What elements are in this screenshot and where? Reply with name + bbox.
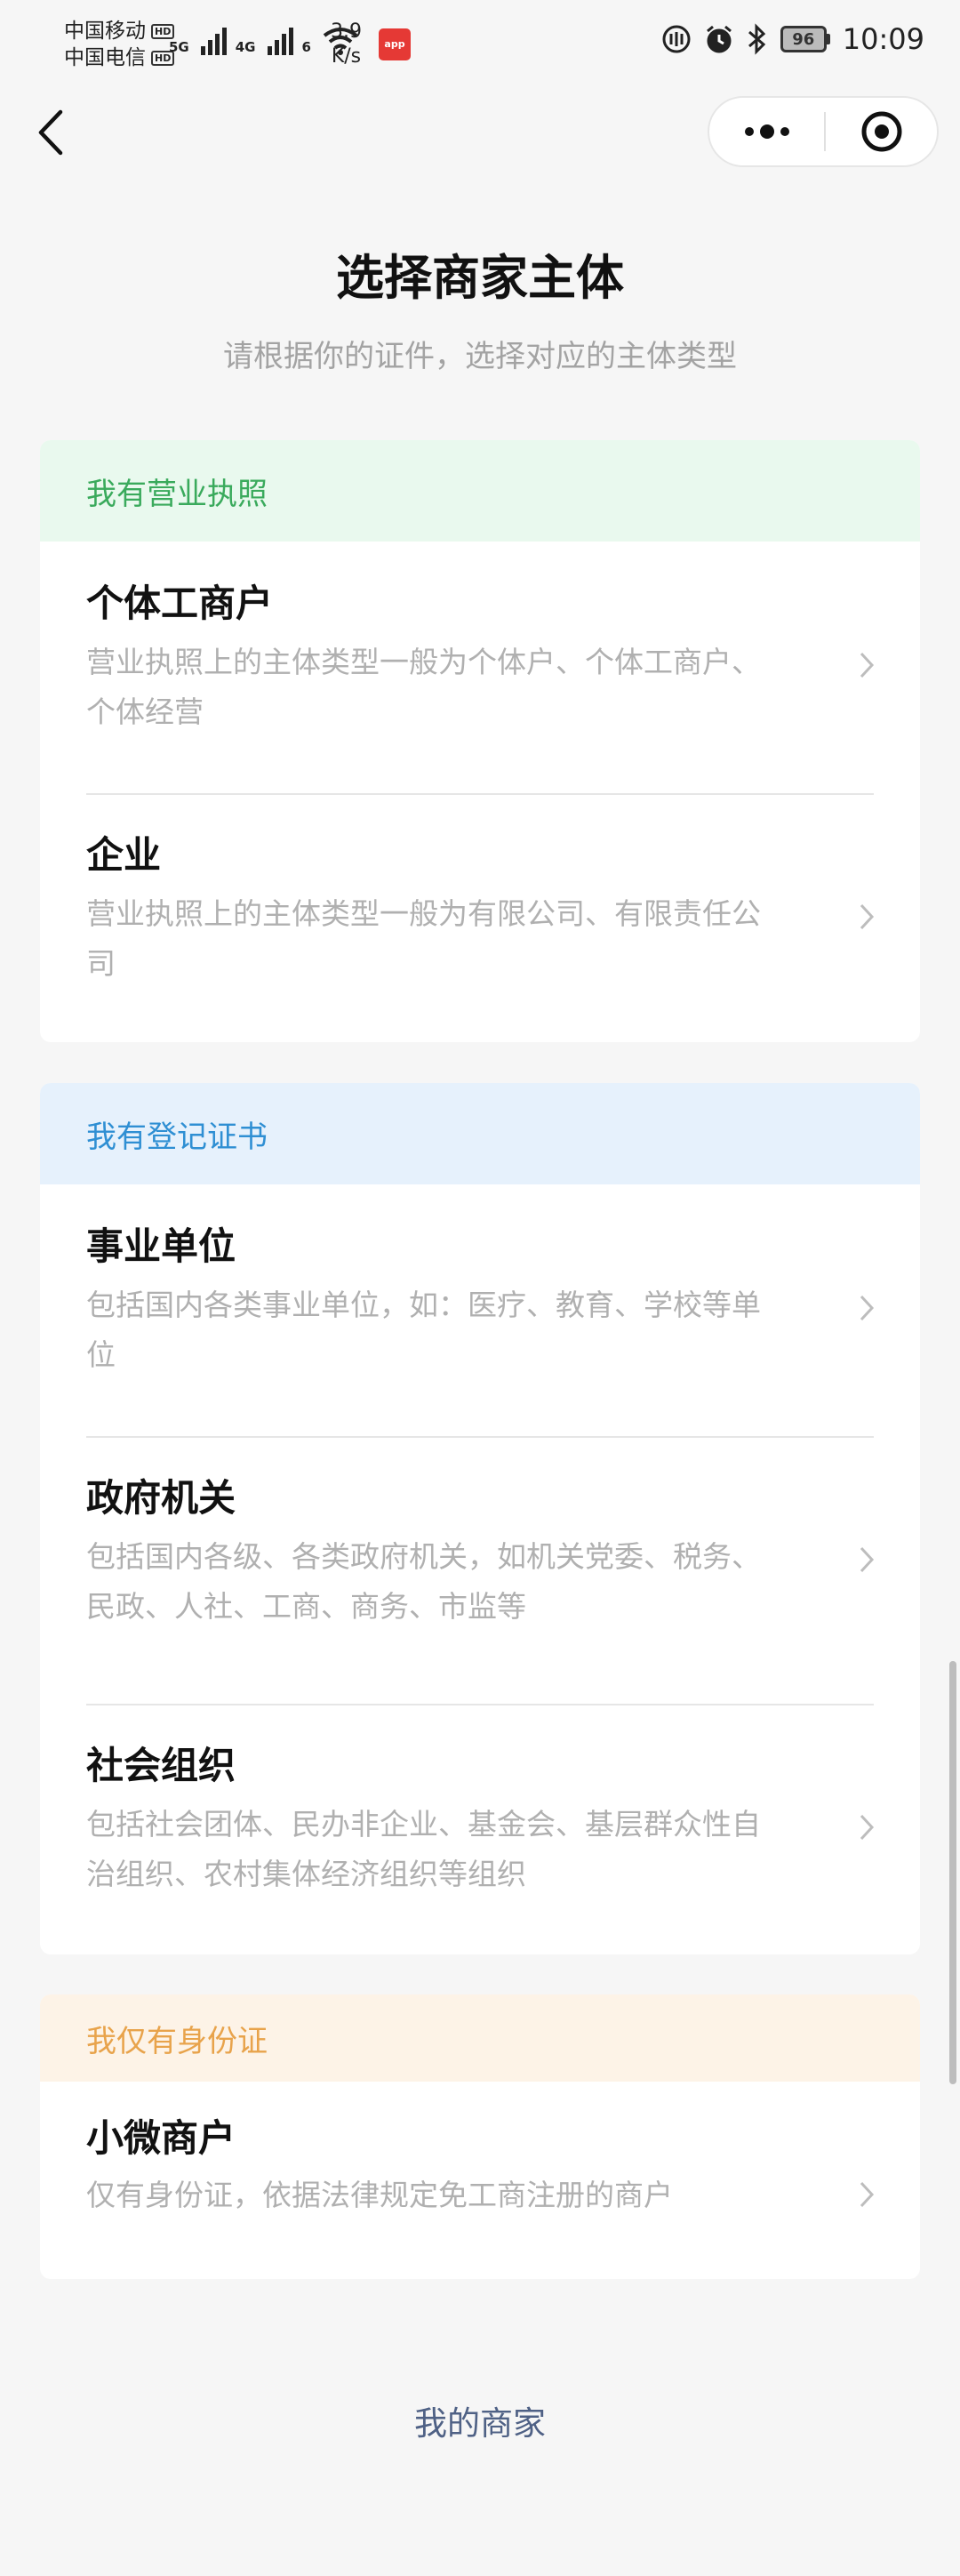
signal-1-label: 5G bbox=[169, 39, 189, 55]
option-title: 小微商户 bbox=[86, 2116, 236, 2160]
option-title: 个体工商户 bbox=[86, 582, 274, 625]
option-desc: 营业执照上的主体类型一般为有限公司、有限责任公司 bbox=[86, 896, 761, 981]
option-title: 事业单位 bbox=[86, 1224, 236, 1268]
chevron-right-icon bbox=[860, 1295, 875, 1321]
page-subtitle: 请根据你的证件，选择对应的主体类型 bbox=[223, 339, 737, 374]
scrollbar-thumb[interactable] bbox=[949, 1661, 956, 2084]
option-desc: 仅有身份证，依据法律规定免工商注册的商户 bbox=[86, 2178, 673, 2212]
chevron-right-icon bbox=[860, 652, 875, 678]
option-title: 社会组织 bbox=[86, 1744, 236, 1787]
option-social-organization[interactable]: 社会组织 包括社会团体、民办非企业、基金会、基层群众性自 治组织、农村集体经济组织… bbox=[40, 1705, 920, 1954]
chevron-right-icon bbox=[860, 1814, 875, 1841]
option-government-agency[interactable]: 政府机关 包括国内各级、各类政府机关，如机关党委、税务、 民政、人社、工商、商务、… bbox=[40, 1438, 920, 1705]
chevron-left-icon bbox=[38, 109, 63, 156]
mini-program-capsule bbox=[708, 96, 939, 167]
business-license-card: 我有营业执照 个体工商户 营业执照上的主体类型一般为个体户、个体工商户、 个体经营… bbox=[40, 440, 920, 1042]
net-speed-value: 3.9 bbox=[331, 20, 362, 43]
carrier-2: 中国电信 bbox=[64, 46, 146, 69]
signal-2-label: 4G bbox=[235, 39, 256, 55]
option-public-institution[interactable]: 事业单位 包括国内各类事业单位，如：医疗、教育、学校等单位 bbox=[40, 1184, 920, 1433]
option-desc: 包括社会团体、民办非企业、基金会、基层群众性自 治组织、农村集体经济组织等组织 bbox=[86, 1807, 761, 1891]
status-time: 10:09 bbox=[842, 22, 924, 56]
carrier-1: 中国移动 bbox=[64, 20, 146, 43]
option-desc: 包括国内各级、各类政府机关，如机关党委、税务、 民政、人社、工商、商务、市监等 bbox=[86, 1539, 761, 1624]
carrier-info: 中国移动 HD 中国电信 HD bbox=[64, 18, 175, 71]
wifi-label: 6 bbox=[301, 39, 311, 55]
chevron-right-icon bbox=[860, 1546, 875, 1573]
nfc-icon bbox=[662, 25, 691, 53]
battery-level: 96 bbox=[780, 26, 827, 52]
option-desc: 营业执照上的主体类型一般为个体户、个体工商户、 个体经营 bbox=[86, 645, 761, 729]
id-card-only-card: 我仅有身份证 小微商户 仅有身份证，依据法律规定免工商注册的商户 bbox=[40, 1994, 920, 2279]
notification-app-icon: app bbox=[379, 28, 411, 60]
close-mini-program-button[interactable] bbox=[826, 98, 937, 165]
battery-icon: 96 bbox=[780, 26, 830, 52]
option-title: 企业 bbox=[86, 833, 162, 877]
registration-certificate-card: 我有登记证书 事业单位 包括国内各类事业单位，如：医疗、教育、学校等单位 政府机… bbox=[40, 1083, 920, 1954]
net-speed-unit: K/s bbox=[331, 45, 362, 68]
my-merchants-link[interactable]: 我的商家 bbox=[0, 2396, 960, 2444]
section-header-id-card: 我仅有身份证 bbox=[40, 1994, 920, 2082]
page-title: 选择商家主体 bbox=[336, 250, 624, 306]
alarm-icon bbox=[706, 25, 732, 53]
option-enterprise[interactable]: 企业 营业执照上的主体类型一般为有限公司、有限责任公司 bbox=[40, 795, 920, 1042]
chevron-right-icon bbox=[860, 903, 875, 930]
bluetooth-icon bbox=[748, 23, 765, 55]
more-button[interactable] bbox=[709, 98, 824, 165]
signal-indicators: 5G 4G 6 bbox=[169, 23, 358, 55]
signal-bars-icon bbox=[267, 23, 293, 55]
back-button[interactable] bbox=[34, 107, 69, 158]
option-title: 政府机关 bbox=[86, 1476, 236, 1520]
status-bar: 中国移动 HD 中国电信 HD 5G 4G 6 3.9 K/s app 96 1… bbox=[0, 0, 960, 89]
target-circle-icon bbox=[861, 111, 901, 152]
signal-bars-icon bbox=[200, 23, 227, 55]
more-dots-icon bbox=[744, 124, 789, 139]
net-speed: 3.9 K/s bbox=[331, 20, 362, 69]
chevron-right-icon bbox=[860, 2181, 875, 2208]
section-header-license: 我有营业执照 bbox=[40, 440, 920, 542]
option-individual-business[interactable]: 个体工商户 营业执照上的主体类型一般为个体户、个体工商户、 个体经营 bbox=[40, 542, 920, 790]
section-header-certificate: 我有登记证书 bbox=[40, 1083, 920, 1184]
option-micro-merchant[interactable]: 小微商户 仅有身份证，依据法律规定免工商注册的商户 bbox=[40, 2082, 920, 2279]
option-desc: 包括国内各类事业单位，如：医疗、教育、学校等单位 bbox=[86, 1288, 761, 1372]
system-status-icons: 96 10:09 bbox=[661, 22, 924, 56]
